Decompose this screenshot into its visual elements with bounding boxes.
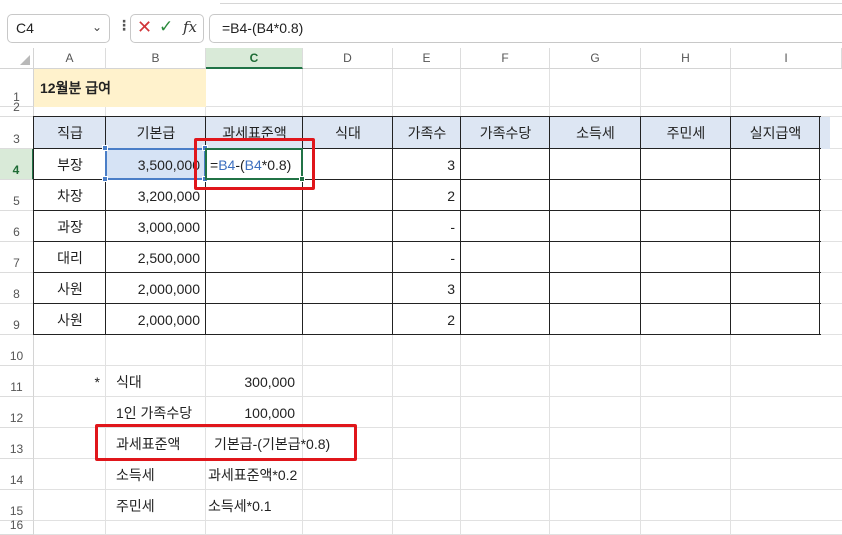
enter-check-icon[interactable]: ✓ [159,17,173,37]
note-income-tax-formula: 과세표준액*0.2 [208,466,298,483]
base-salary-cell: 2,000,000 [137,311,200,328]
resize-handle[interactable] [102,145,108,151]
table-header-cell: 가족수당 [479,125,532,141]
row-header-8[interactable]: 8 [0,273,34,304]
family-count-cell: 2 [447,187,455,204]
column-header-e[interactable]: E [393,48,461,69]
row-header-12[interactable]: 12 [0,397,34,428]
row-header-5[interactable]: 5 [0,180,34,211]
row-number: 5 [13,194,20,208]
row-header-3[interactable]: 3 [0,117,34,149]
row-number: 10 [9,349,24,363]
row-header-2[interactable]: 2 [0,100,34,117]
row-header-14[interactable]: 14 [0,459,34,490]
table-header-cell: 소득세 [576,125,615,141]
table-header-cell: 기본급 [136,125,176,141]
name-box[interactable]: C4 ⌄ [7,14,110,43]
insert-function-icon[interactable]: fx [183,18,197,36]
table-header-cell: 실지급액 [749,125,802,141]
chevron-down-icon[interactable]: ⌄ [92,20,102,34]
row-header-16[interactable]: 16 [0,518,34,535]
column-header-i[interactable]: I [731,48,842,69]
row-number: 15 [9,504,24,518]
spreadsheet-grid[interactable]: ABCDEFGHI 1 2 3 4 5 6 7 8 9 10 11 12 13 14 15 16 12월분 급… [0,48,842,535]
table-header-cell: 주민세 [666,125,706,141]
table-header-cell: 직급 [57,125,83,141]
row-number: 13 [9,442,24,456]
row-number: 6 [13,225,20,239]
row-header-10[interactable]: 10 [0,335,34,366]
cancel-icon[interactable]: ✕ [137,17,152,38]
more-options-icon[interactable]: ⋮ [117,18,131,34]
column-header-c[interactable]: C [206,48,303,69]
highlight-box-formula [194,138,315,190]
column-header-d[interactable]: D [303,48,393,69]
row-number: 9 [13,318,20,332]
row-header-4[interactable]: 4 [0,149,34,180]
sheet-title: 12월분 급여 [40,80,111,96]
column-header-b[interactable]: B [106,48,206,69]
note-meal-label: 식대 [116,373,142,390]
row-header-13[interactable]: 13 [0,428,34,459]
family-count-cell: 3 [447,156,455,173]
base-salary-cell: 2,000,000 [137,280,200,297]
formula-input[interactable]: =B4-(B4*0.8) [209,14,842,43]
note-resident-tax-label: 주민세 [116,497,155,514]
formula-bar: C4 ⌄ ⋮ ✕ ✓ fx =B4-(B4*0.8) [0,8,842,48]
row-header-6[interactable]: 6 [0,211,34,242]
row-number: 2 [13,100,20,114]
base-salary-cell: 3,000,000 [137,218,200,235]
row-number: 4 [12,163,20,177]
formula-buttons: ✕ ✓ fx [130,14,204,43]
column-header-a[interactable]: A [34,48,106,69]
row-header-9[interactable]: 9 [0,304,34,335]
row-number: 8 [13,287,20,301]
formula-text: =B4-(B4*0.8) [222,20,304,36]
family-count-cell: 3 [447,280,455,297]
row-header-11[interactable]: 11 [0,366,34,397]
row-number: 11 [10,380,23,394]
name-box-value: C4 [16,20,34,36]
note-meal-value: 300,000 [244,373,295,390]
select-all-corner[interactable] [0,48,34,69]
rank-cell: 사원 [57,280,83,297]
row-header-15[interactable]: 15 [0,490,34,521]
base-salary-cell: 2,500,000 [137,249,200,266]
note-resident-tax-formula: 소득세*0.1 [208,497,272,514]
family-count-cell: - [450,218,455,235]
family-count-cell: - [450,249,455,266]
row-number: 12 [9,411,24,425]
resize-handle[interactable] [102,176,108,182]
row-number: 3 [13,132,20,146]
column-header-h[interactable]: H [641,48,731,69]
rank-cell: 사원 [57,311,83,328]
note-income-tax-label: 소득세 [116,466,155,483]
row-number: 7 [13,256,20,270]
column-header-g[interactable]: G [550,48,641,69]
table-header-cell: 가족수 [407,125,447,141]
row-number: 16 [9,518,24,532]
row-number: 14 [9,473,24,487]
column-header-f[interactable]: F [461,48,550,69]
rank-cell: 부장 [57,156,83,173]
family-count-cell: 2 [447,311,455,328]
b4-reference-border [105,148,206,180]
rank-cell: 과장 [57,218,83,235]
highlight-box-taxbase-note [95,424,357,461]
ribbon-edge [0,0,842,8]
table-header-cell: 식대 [335,125,361,141]
note-asterisk: * [94,373,100,390]
rank-cell: 대리 [57,249,83,266]
row-header-7[interactable]: 7 [0,242,34,273]
rank-cell: 차장 [57,187,83,204]
base-salary-cell: 3,200,000 [137,187,200,204]
